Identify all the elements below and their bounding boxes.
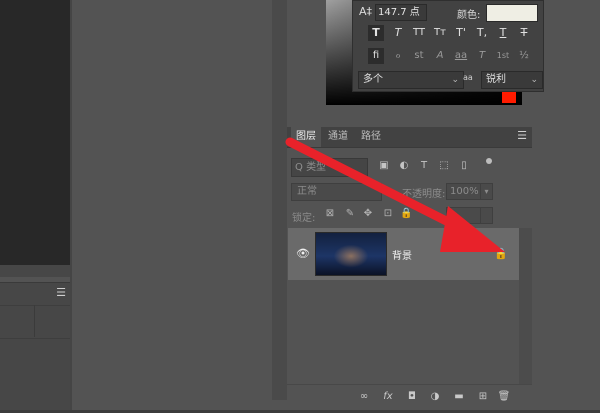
layer-name[interactable]: 背景 <box>392 247 412 262</box>
layers-scrollbar[interactable] <box>519 228 532 398</box>
filter-toggle-icon[interactable] <box>486 158 492 164</box>
opacity-dropdown-button[interactable]: ▾ <box>480 183 493 200</box>
text-color-box[interactable] <box>486 4 538 22</box>
lock-label: 锁定: <box>292 213 316 224</box>
stylistic-alternates-button[interactable]: aa <box>453 48 469 64</box>
tab-channels[interactable]: 通道 <box>323 127 353 147</box>
strikethrough-button[interactable]: T <box>516 25 532 41</box>
swash-button[interactable]: A <box>432 48 448 64</box>
link-layers-icon[interactable]: ∞ <box>357 391 371 403</box>
chevron-down-icon: ⌄ <box>530 75 538 85</box>
document-canvas-area <box>0 0 70 265</box>
trash-icon[interactable]: 🗑 <box>497 391 511 403</box>
tab-layers[interactable]: 图层 <box>291 127 321 147</box>
search-icon: Q <box>295 162 303 173</box>
antialias-value: 锐利 <box>486 74 506 85</box>
opacity-label: 不透明度: <box>402 189 446 200</box>
lock-transparent-pixels-icon[interactable]: ⊠ <box>324 208 336 220</box>
dock-scrollbar[interactable] <box>272 0 287 400</box>
pixel-filter-icon[interactable]: ▣ <box>378 160 390 172</box>
subscript-button[interactable]: T, <box>474 25 490 41</box>
lock-image-pixels-icon[interactable]: ✎ <box>344 208 356 220</box>
antialias-icon: aa <box>463 73 473 82</box>
add-mask-icon[interactable]: ◘ <box>405 391 419 403</box>
left-panel-cell-divider <box>34 305 35 337</box>
layer-filter-select[interactable]: Q 类型 <box>291 158 368 177</box>
all-caps-button[interactable]: TT <box>411 25 427 41</box>
opacity-input[interactable]: 100% <box>446 183 484 200</box>
standard-ligatures-button[interactable]: fi <box>368 48 384 64</box>
blend-mode-select[interactable]: 正常 <box>291 183 382 201</box>
document-scrollbar[interactable] <box>0 265 70 277</box>
faux-italic-button[interactable]: T <box>390 25 406 41</box>
fx-icon[interactable]: fx <box>381 391 395 403</box>
titling-alternates-button[interactable]: T <box>474 48 490 64</box>
fill-dropdown-button[interactable] <box>480 207 493 224</box>
adjustment-filter-icon[interactable]: ◐ <box>398 160 410 172</box>
layers-tab-bar: 图层 通道 路径 ☰ <box>287 127 532 148</box>
smart-object-filter-icon[interactable]: ▯ <box>458 160 470 172</box>
font-size-icon: A‡ <box>359 5 373 18</box>
language-value: 多个 <box>363 74 383 85</box>
chevron-down-icon: ⌄ <box>451 75 459 85</box>
eye-icon[interactable]: 👁 <box>296 247 310 260</box>
lock-all-icon[interactable]: 🔒 <box>400 208 412 220</box>
lock-artboard-icon[interactable]: ⊡ <box>382 208 394 220</box>
type-filter-icon[interactable]: T <box>418 160 430 172</box>
superscript-button[interactable]: T' <box>453 25 469 41</box>
discretionary-ligatures-button[interactable]: st <box>411 48 427 64</box>
lock-icon: 🔒 <box>494 247 508 260</box>
left-panel-menu-icon[interactable]: ☰ <box>56 286 66 299</box>
character-panel: A‡ 147.7 点 颜色: T T TT Tт T' T, T T fi ℴ … <box>352 0 544 92</box>
new-layer-icon[interactable]: ⊞ <box>476 391 490 403</box>
shape-filter-icon[interactable]: ⬚ <box>438 160 450 172</box>
left-panel-row <box>0 305 70 339</box>
layer-thumbnail <box>315 232 387 276</box>
fill-input[interactable] <box>446 207 481 224</box>
left-sub-panel: ☰ <box>0 282 70 411</box>
ordinals-button[interactable]: 1st <box>495 48 511 64</box>
font-size-input[interactable]: 147.7 点 <box>375 4 427 21</box>
color-label: 颜色: <box>457 10 481 21</box>
tab-paths[interactable]: 路径 <box>356 127 386 147</box>
filter-kind-value: 类型 <box>306 162 327 173</box>
antialias-select[interactable]: 锐利 ⌄ <box>481 71 543 89</box>
adjustment-layer-icon[interactable]: ◑ <box>428 391 442 403</box>
contextual-alternates-button[interactable]: ℴ <box>390 48 406 64</box>
underline-button[interactable]: T <box>495 25 511 41</box>
panel-menu-icon[interactable]: ☰ <box>517 129 527 142</box>
new-group-icon[interactable]: ▬ <box>452 391 466 403</box>
panel-divider <box>70 0 72 413</box>
small-caps-button[interactable]: Tт <box>432 25 448 41</box>
lock-position-icon[interactable]: ✥ <box>362 208 374 220</box>
fractions-button[interactable]: ½ <box>516 48 532 64</box>
language-select[interactable]: 多个 ⌄ <box>358 71 464 89</box>
faux-bold-button[interactable]: T <box>368 25 384 41</box>
